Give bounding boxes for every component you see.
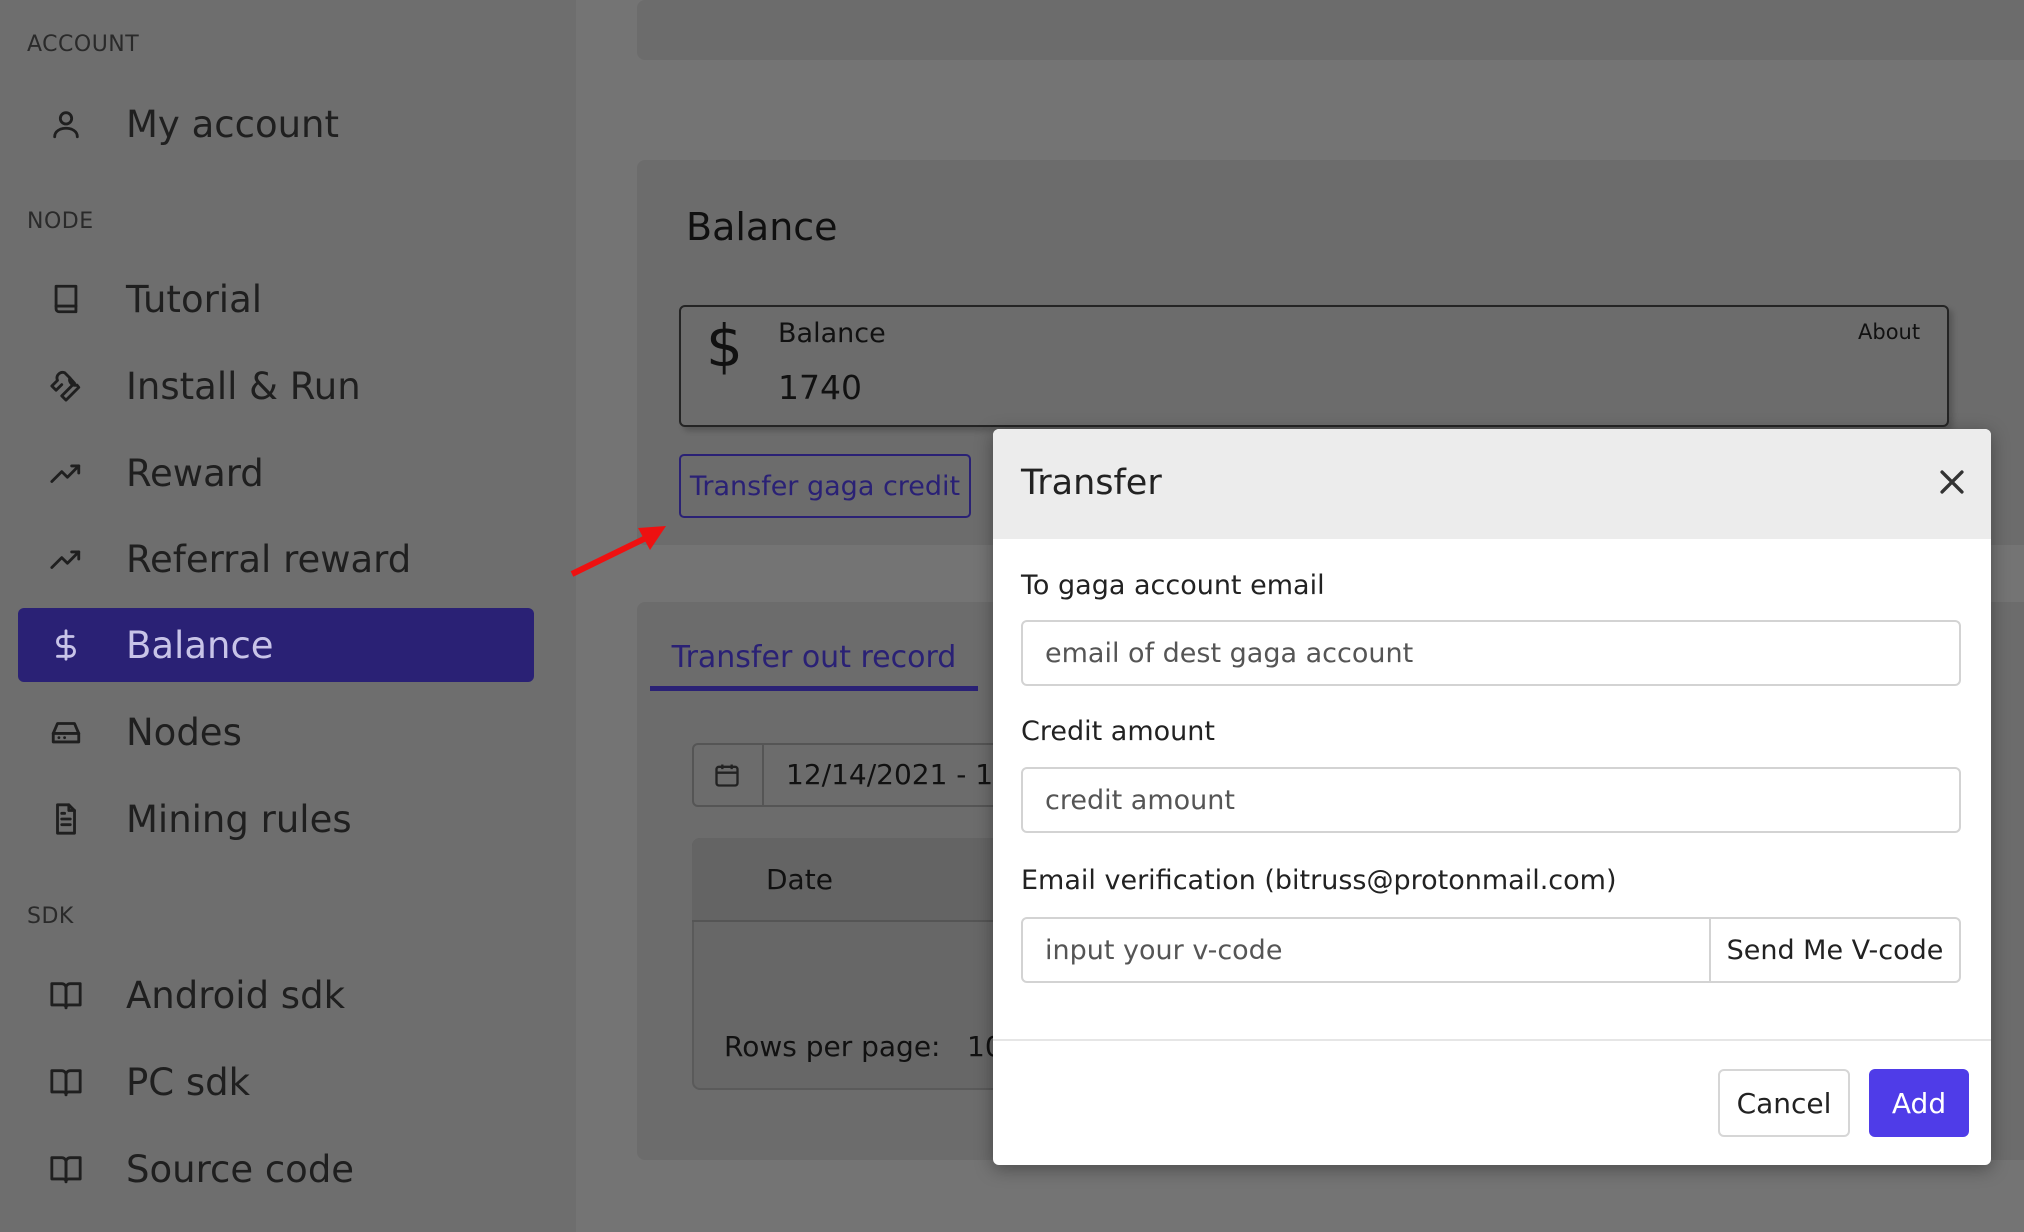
sidebar-item-label: Install & Run [126,364,361,408]
sidebar-item-label: My account [126,102,339,146]
cancel-button[interactable]: Cancel [1718,1069,1850,1137]
sidebar-item-label: Referral reward [126,537,412,581]
table-header [692,838,1032,922]
rows-per-page-label: Rows per page: [724,1030,941,1063]
sidebar-item-label: PC sdk [126,1060,251,1104]
sidebar-item-pc-sdk[interactable]: PC sdk [18,1045,534,1119]
red-arrow-icon [570,526,666,577]
sidebar-item-label: Balance [126,623,274,667]
calendar-icon[interactable] [692,743,764,807]
book-open-icon [46,1065,86,1099]
sidebar-item-referral-reward[interactable]: Referral reward [18,522,534,596]
book-open-icon [46,978,86,1012]
sidebar-item-tutorial[interactable]: Tutorial [18,262,534,336]
sidebar-item-label: Source code [126,1147,355,1191]
sidebar-item-label: Tutorial [126,277,263,321]
file-text-icon [46,802,86,836]
section-label-sdk: SDK [27,904,74,929]
sidebar-item-label: Mining rules [126,797,352,841]
balance-value: 1740 [778,368,862,407]
date-range-value: 12/14/2021 - 12 [786,758,1011,791]
sidebar-item-source-code[interactable]: Source code [18,1132,534,1206]
modal-footer-divider [993,1039,1991,1041]
sidebar-item-label: Android sdk [126,973,346,1017]
send-vcode-button[interactable]: Send Me V-code [1709,917,1961,983]
sidebar: ACCOUNT My account NODE Tutorial Install… [0,0,576,1232]
wrench-icon [46,369,86,403]
hard-drive-icon [46,715,86,749]
email-field-label: To gaga account email [1021,570,1325,601]
column-header-date[interactable]: Date [766,863,833,896]
trending-up-icon [46,542,86,576]
book-open-icon [46,1152,86,1186]
balance-label: Balance [778,318,886,349]
user-icon [46,107,86,141]
about-link[interactable]: About [1858,320,1920,344]
add-button[interactable]: Add [1869,1069,1969,1137]
email-field[interactable] [1021,620,1961,686]
credit-amount-field[interactable] [1021,767,1961,833]
top-card [637,0,2024,60]
close-icon[interactable] [1935,465,1969,499]
sidebar-item-nodes[interactable]: Nodes [18,695,534,769]
section-label-node: NODE [27,209,94,234]
balance-title: Balance [686,205,838,249]
transfer-modal: Transfer To gaga account email Credit am… [993,429,1991,1165]
vcode-field[interactable] [1021,917,1711,983]
sidebar-item-reward[interactable]: Reward [18,436,534,510]
sidebar-item-install-run[interactable]: Install & Run [18,349,534,423]
sidebar-item-mining-rules[interactable]: Mining rules [18,782,534,856]
verification-field-label: Email verification (bitruss@protonmail.c… [1021,865,1617,896]
dollar-icon [46,628,86,662]
sidebar-item-label: Nodes [126,710,242,754]
section-label-account: ACCOUNT [27,32,140,57]
trending-up-icon [46,456,86,490]
book-icon [46,282,86,316]
sidebar-item-label: Reward [126,451,264,495]
tab-transfer-out-record[interactable]: Transfer out record [650,628,978,691]
sidebar-item-balance[interactable]: Balance [18,608,534,682]
sidebar-item-my-account[interactable]: My account [18,87,534,161]
amount-field-label: Credit amount [1021,716,1215,747]
dollar-icon: $ [706,312,743,380]
sidebar-item-android-sdk[interactable]: Android sdk [18,958,534,1032]
transfer-gaga-credit-button[interactable]: Transfer gaga credit [679,454,971,518]
modal-title: Transfer [1021,463,1162,503]
